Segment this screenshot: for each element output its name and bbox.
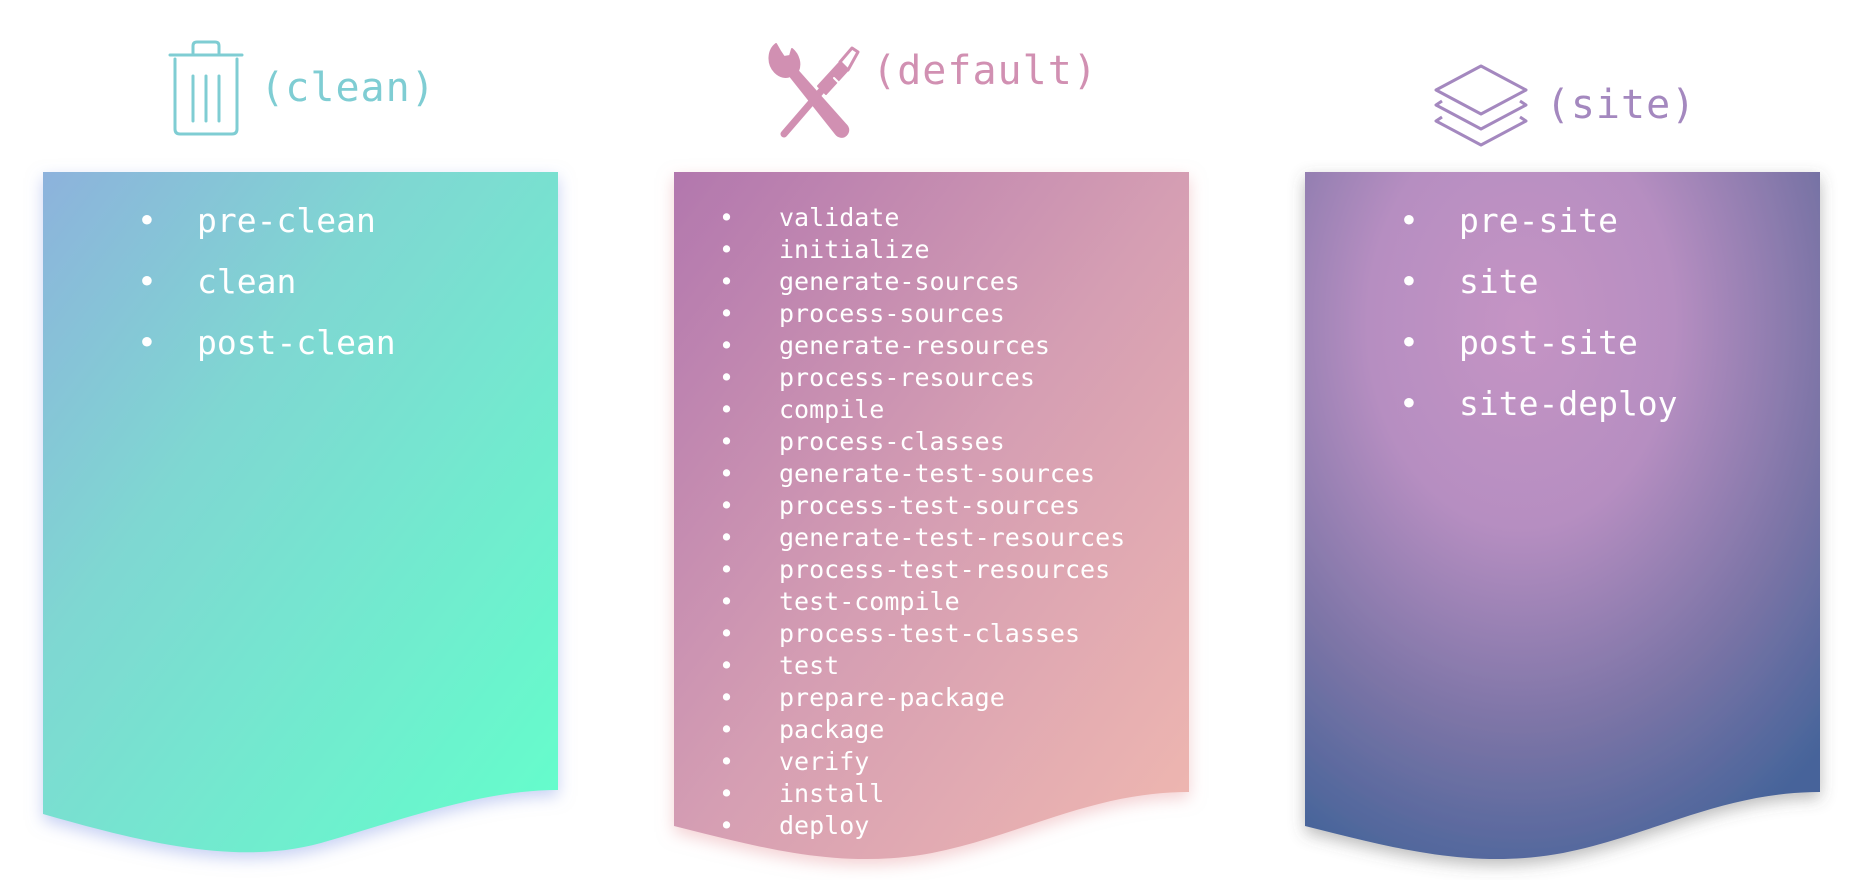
phase-item: validate xyxy=(719,202,1125,234)
phase-item: process-test-resources xyxy=(719,554,1125,586)
phase-item: pre-site xyxy=(1399,190,1678,251)
default-lifecycle: (default) validate initialize generate-s… xyxy=(672,0,1192,880)
phase-item: pre-clean xyxy=(137,190,396,251)
phase-item: verify xyxy=(719,746,1125,778)
phase-item: site xyxy=(1399,251,1678,312)
phase-item: process-test-classes xyxy=(719,618,1125,650)
phase-item: generate-sources xyxy=(719,266,1125,298)
phase-item: compile xyxy=(719,394,1125,426)
phase-item: deploy xyxy=(719,810,1125,842)
site-phase-card: pre-site site post-site site-deploy xyxy=(1303,170,1823,880)
trash-icon xyxy=(168,40,244,136)
default-header: (default) xyxy=(672,38,1192,142)
phase-item: site-deploy xyxy=(1399,373,1678,434)
clean-phase-card: pre-clean clean post-clean xyxy=(41,170,561,880)
phase-item: process-sources xyxy=(719,298,1125,330)
phase-item: process-resources xyxy=(719,362,1125,394)
phase-item: initialize xyxy=(719,234,1125,266)
clean-header: (clean) xyxy=(41,38,561,138)
phase-item: test xyxy=(719,650,1125,682)
phase-item: generate-test-resources xyxy=(719,522,1125,554)
clean-title: (clean) xyxy=(260,65,436,111)
site-lifecycle: (site) pre-site site post-site site-depl… xyxy=(1303,0,1823,880)
phase-item: install xyxy=(719,778,1125,810)
phase-item: process-classes xyxy=(719,426,1125,458)
wrench-screwdriver-icon xyxy=(768,43,860,138)
phase-item: generate-test-sources xyxy=(719,458,1125,490)
phase-item: post-clean xyxy=(137,312,396,373)
clean-phase-list: pre-clean clean post-clean xyxy=(137,190,396,373)
phase-item: generate-resources xyxy=(719,330,1125,362)
phase-item: test-compile xyxy=(719,586,1125,618)
site-title: (site) xyxy=(1545,82,1697,128)
default-title: (default) xyxy=(872,48,1098,94)
clean-lifecycle: (clean) pre-clean clean post-clean xyxy=(41,0,561,880)
phase-item: process-test-sources xyxy=(719,490,1125,522)
phase-item: clean xyxy=(137,251,396,312)
default-phase-list: validate initialize generate-sources pro… xyxy=(719,202,1125,842)
default-phase-card: validate initialize generate-sources pro… xyxy=(672,170,1192,880)
layers-icon xyxy=(1434,64,1528,147)
phase-item: package xyxy=(719,714,1125,746)
site-header: (site) xyxy=(1303,62,1823,148)
phase-item: prepare-package xyxy=(719,682,1125,714)
phase-item: post-site xyxy=(1399,312,1678,373)
site-phase-list: pre-site site post-site site-deploy xyxy=(1399,190,1678,434)
